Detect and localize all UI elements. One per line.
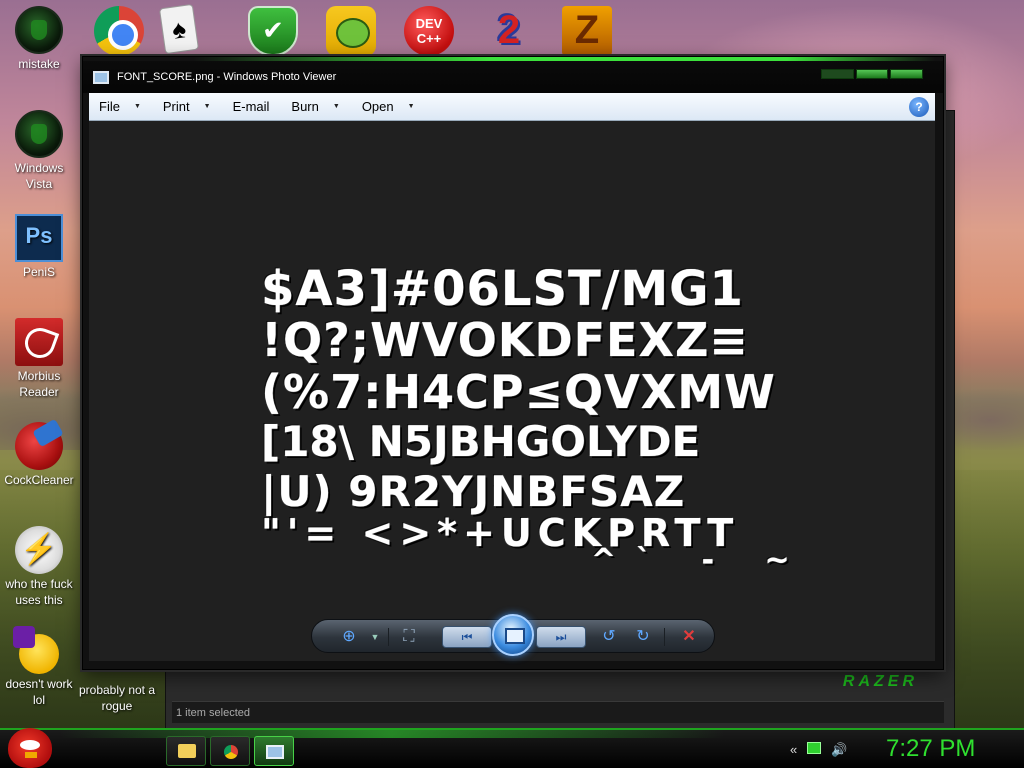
taskbar-photo-viewer-button[interactable] bbox=[254, 736, 294, 766]
desktop-icon-label: PeniS bbox=[22, 265, 56, 279]
desktop-icon-yahoo[interactable]: doesn't work lol bbox=[0, 626, 78, 708]
menu-label: Print bbox=[162, 99, 190, 114]
window-title: FONT_SCORE.png - Windows Photo Viewer bbox=[117, 71, 337, 83]
photo-display-area[interactable]: $A3]#06LST/MG1 !Q?;WVOKDFEXZ≡ (%7:H4CP≤Q… bbox=[89, 121, 935, 661]
font-sheet-image: $A3]#06LST/MG1 !Q?;WVOKDFEXZ≡ (%7:H4CP≤Q… bbox=[261, 261, 790, 587]
devcpp-icon[interactable]: DEV C++ bbox=[404, 6, 454, 56]
next-button[interactable]: ⏭ bbox=[536, 626, 586, 648]
start-button[interactable] bbox=[8, 728, 52, 768]
photo-viewer-icon bbox=[93, 71, 109, 84]
chevron-down-icon: ▼ bbox=[332, 103, 340, 110]
desktop-icon-label: Windows Vista bbox=[14, 161, 64, 191]
menu-burn[interactable]: Burn ▼ bbox=[291, 99, 339, 114]
taskbar-chrome-button[interactable] bbox=[210, 736, 250, 766]
separator bbox=[388, 628, 389, 646]
desktop-icon-label: doesn't work lol bbox=[5, 677, 73, 707]
chevron-down-icon: ▼ bbox=[203, 103, 211, 110]
windows-vista-icon bbox=[15, 110, 63, 158]
menu-open[interactable]: Open ▼ bbox=[362, 99, 415, 114]
chevron-down-icon[interactable]: ▼ bbox=[364, 626, 386, 648]
network-icon[interactable] bbox=[807, 742, 822, 754]
title-bar[interactable]: FONT_SCORE.png - Windows Photo Viewer bbox=[83, 61, 943, 93]
desktop-icon-pdf-reader[interactable]: Morbius Reader bbox=[0, 318, 78, 400]
taskbar: « 🔊 7:27 PM bbox=[0, 728, 1024, 768]
desktop-icon-label: CockCleaner bbox=[4, 473, 74, 487]
pdf-reader-icon bbox=[15, 318, 63, 366]
volume-icon[interactable]: 🔊 bbox=[831, 742, 847, 758]
razer-logo: RAZER bbox=[842, 673, 918, 690]
glyph-row: ^` - ~ bbox=[591, 543, 810, 578]
rotate-clockwise-icon[interactable]: ↻ bbox=[632, 626, 654, 648]
desktop-icon-rogue[interactable]: probably not a rogue bbox=[78, 682, 156, 714]
menu-label: E-mail bbox=[232, 99, 270, 114]
show-hidden-icons-icon[interactable]: « bbox=[790, 742, 797, 758]
yahoo-messenger-icon bbox=[13, 626, 59, 674]
rotate-counterclockwise-icon[interactable]: ↺ bbox=[598, 626, 620, 648]
previous-button[interactable]: ⏮ bbox=[442, 626, 492, 648]
mistake-icon bbox=[15, 6, 63, 54]
system-tray: « 🔊 bbox=[790, 742, 847, 758]
slideshow-button[interactable] bbox=[492, 614, 534, 656]
folder-icon bbox=[178, 744, 196, 758]
taskbar-glow bbox=[60, 730, 724, 738]
help-icon[interactable]: ? bbox=[909, 97, 929, 117]
desktop-icon-windows-vista[interactable]: Windows Vista bbox=[0, 110, 78, 192]
desktop-icon-photoshop[interactable]: Ps PeniS bbox=[0, 214, 78, 280]
chrome-icon bbox=[224, 745, 238, 759]
menu-label: File bbox=[99, 99, 120, 114]
minimize-button[interactable] bbox=[821, 69, 854, 79]
z-icon[interactable]: Z bbox=[562, 6, 612, 56]
desktop-icon-mistake[interactable]: mistake bbox=[0, 6, 78, 72]
menu-file[interactable]: File ▼ bbox=[99, 99, 141, 114]
taskbar-explorer-button[interactable] bbox=[166, 736, 206, 766]
photo-viewer-window[interactable]: FONT_SCORE.png - Windows Photo Viewer Fi… bbox=[82, 56, 944, 670]
photo-toolbar: ⊕ ▼ ⛶ ⏮ ⏭ ↺ ↻ ✕ bbox=[311, 614, 715, 656]
solitaire-icon[interactable]: ♠ bbox=[158, 3, 212, 56]
chevron-down-icon: ▼ bbox=[407, 103, 415, 110]
separator bbox=[664, 628, 665, 646]
desktop-icon-label: mistake bbox=[18, 57, 60, 71]
previous-icon: ⏮ bbox=[461, 630, 473, 644]
next-icon: ⏭ bbox=[555, 630, 567, 644]
photo-viewer-icon bbox=[266, 745, 284, 759]
desktop-icon-cleaner[interactable]: CockCleaner bbox=[0, 422, 78, 488]
desktop-icon-label: who the fuck uses this bbox=[5, 577, 73, 607]
glyph-row: [18\ N5JBHGOLYDE bbox=[261, 417, 701, 466]
glyph-row: (%7:H4CP≤QVXMW bbox=[261, 365, 776, 419]
chrome-icon[interactable] bbox=[94, 6, 144, 56]
taskbar-clock[interactable]: 7:27 PM bbox=[886, 735, 975, 763]
actual-size-icon[interactable]: ⛶ bbox=[398, 626, 420, 648]
cleaner-icon bbox=[15, 422, 63, 470]
zoom-icon[interactable]: ⊕ bbox=[338, 626, 360, 648]
menu-email[interactable]: E-mail bbox=[233, 99, 270, 114]
menu-label: Open bbox=[361, 99, 394, 114]
close-button[interactable] bbox=[890, 69, 924, 79]
glyph-row: $A3]#06LST/MG1 bbox=[261, 261, 744, 317]
desktop-icon-label: Morbius Reader bbox=[17, 369, 61, 399]
desktop-icon-label: probably not a rogue bbox=[78, 683, 156, 713]
security-shield-icon[interactable]: ✔ bbox=[248, 6, 298, 56]
window-controls bbox=[821, 69, 924, 81]
desktop-icon-bolt[interactable]: ⚡ who the fuck uses this bbox=[0, 526, 78, 608]
glyph-row: |U) 9R2YJNBFSAZ bbox=[261, 467, 686, 516]
lightning-icon: ⚡ bbox=[15, 526, 63, 574]
maximize-button[interactable] bbox=[855, 69, 889, 79]
photoshop-icon: Ps bbox=[15, 214, 63, 262]
menu-bar: File ▼ Print ▼ E-mail Burn ▼ Open ▼ ? bbox=[89, 93, 935, 121]
menu-label: Burn bbox=[291, 99, 319, 114]
bad-piggies-icon[interactable] bbox=[326, 6, 376, 56]
glyph-row: !Q?;WVOKDFEXZ≡ bbox=[261, 313, 749, 367]
two-icon[interactable]: 2 bbox=[484, 6, 534, 56]
status-bar: 1 item selected bbox=[172, 701, 944, 723]
chevron-down-icon: ▼ bbox=[133, 103, 141, 110]
delete-icon[interactable]: ✕ bbox=[678, 626, 700, 648]
menu-print[interactable]: Print ▼ bbox=[163, 99, 211, 114]
